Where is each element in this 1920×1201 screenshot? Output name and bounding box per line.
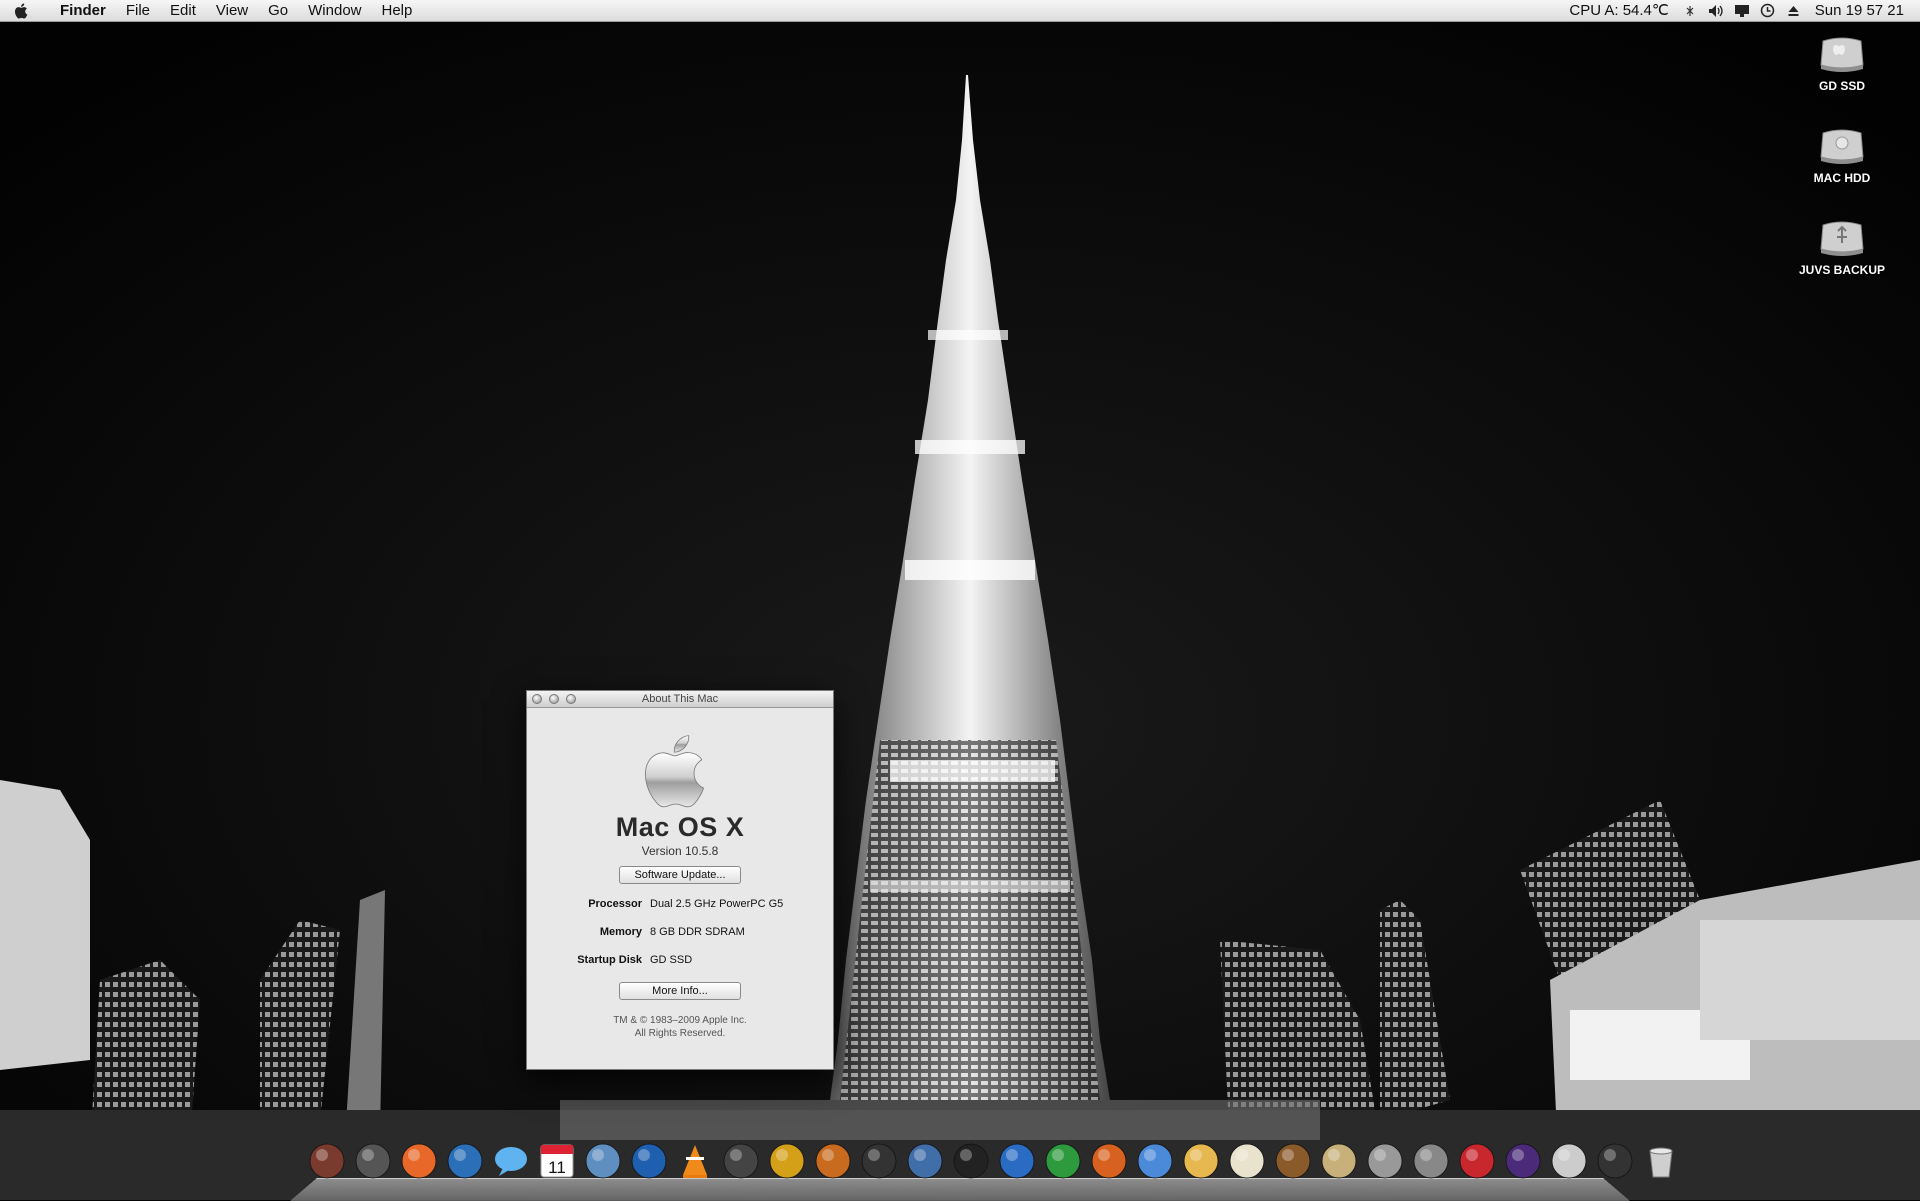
drive-label: MAC HDD (1813, 171, 1871, 185)
menu-file[interactable]: File (116, 0, 160, 21)
menu-bar: Finder File Edit View Go Window Help CPU… (0, 0, 1920, 22)
menu-go[interactable]: Go (258, 0, 298, 21)
drive-label: GD SSD (1818, 79, 1865, 93)
usb-drive-icon (1817, 217, 1867, 259)
memory-value: 8 GB DDR SDRAM (650, 926, 745, 938)
script-editor-icon[interactable] (950, 1140, 992, 1182)
menu-window[interactable]: Window (298, 0, 371, 21)
iphoto-icon[interactable] (582, 1140, 624, 1182)
close-button[interactable] (532, 694, 542, 704)
about-this-mac-window: About This Mac Mac OS X Version 10.5.8 S… (526, 690, 834, 1070)
drive-label: JUVS BACKUP (1798, 263, 1885, 277)
time-machine-icon[interactable] (1755, 0, 1781, 21)
quicktime-icon[interactable] (628, 1140, 670, 1182)
software-update-button[interactable]: Software Update... (619, 866, 741, 884)
desktop-icon-gd-ssd[interactable]: GD SSD (1782, 33, 1902, 93)
system-info: Processor Dual 2.5 GHz PowerPC G5 Memory… (527, 898, 833, 982)
system-preferences-icon[interactable] (1410, 1140, 1452, 1182)
keynote-icon[interactable] (1272, 1140, 1314, 1182)
volume-icon[interactable] (1703, 0, 1729, 21)
powerpoint-icon[interactable] (1088, 1140, 1130, 1182)
ichat-icon[interactable] (490, 1140, 532, 1182)
desktop-icon-mac-hdd[interactable]: MAC HDD (1782, 125, 1902, 185)
zoom-button[interactable] (566, 694, 576, 704)
acrobat-icon[interactable] (1456, 1140, 1498, 1182)
vlc-icon[interactable] (674, 1140, 716, 1182)
menu-view[interactable]: View (206, 0, 258, 21)
pages-icon[interactable] (1318, 1140, 1360, 1182)
more-info-button[interactable]: More Info... (619, 982, 741, 1000)
garageband-icon[interactable] (812, 1140, 854, 1182)
eject-icon[interactable] (1781, 0, 1807, 21)
copyright-notice: TM & © 1983–2009 Apple Inc. All Rights R… (527, 1014, 833, 1040)
excel-icon[interactable] (1042, 1140, 1084, 1182)
processor-label: Processor (588, 898, 642, 910)
bluetooth-icon[interactable] (1677, 0, 1703, 21)
os-name: Mac OS X (615, 812, 745, 842)
iphoto-library-icon[interactable] (1364, 1140, 1406, 1182)
display-mirroring-icon[interactable] (1729, 0, 1755, 21)
os-version: Version 10.5.8 (641, 844, 719, 858)
imovie-icon[interactable] (766, 1140, 808, 1182)
internal-drive-icon (1817, 125, 1867, 167)
calendar-day-label: 11 (548, 1158, 566, 1177)
preview-icon[interactable] (1134, 1140, 1176, 1182)
cpu-temperature-status[interactable]: CPU A: 54.4℃ (1561, 0, 1676, 21)
itunes-icon[interactable] (720, 1140, 762, 1182)
apple-menu-icon[interactable] (14, 2, 40, 20)
activity-monitor-icon[interactable] (352, 1140, 394, 1182)
menu-help[interactable]: Help (372, 0, 423, 21)
apple-logo-icon (644, 728, 716, 808)
wallpaper-image (0, 0, 1920, 1200)
address-book-icon[interactable] (306, 1140, 348, 1182)
desktop-wallpaper (0, 0, 1920, 1200)
startup-disk-label: Startup Disk (577, 954, 642, 966)
trash-icon[interactable] (1640, 1140, 1682, 1182)
dashboard-icon[interactable] (904, 1140, 946, 1182)
menu-edit[interactable]: Edit (160, 0, 206, 21)
startup-disk-value[interactable]: GD SSD (650, 954, 833, 966)
copyright-line-2: All Rights Reserved. (634, 1028, 726, 1039)
memory-row: Memory 8 GB DDR SDRAM (527, 926, 833, 954)
firefox-icon[interactable] (398, 1140, 440, 1182)
ical-icon[interactable]: 11 (536, 1140, 578, 1182)
copyright-line-1: TM & © 1983–2009 Apple Inc. (613, 1015, 747, 1026)
window-title: About This Mac (641, 693, 719, 705)
mac-os-x-icon[interactable] (1502, 1140, 1544, 1182)
textedit-icon[interactable] (1226, 1140, 1268, 1182)
downloads-stack-icon[interactable] (1548, 1140, 1590, 1182)
photo-booth-icon[interactable] (858, 1140, 900, 1182)
menubar-clock[interactable]: Sun 19 57 21 (1807, 0, 1920, 21)
internal-drive-icon (1817, 33, 1867, 75)
ink-icon[interactable] (1594, 1140, 1636, 1182)
thunderbird-icon[interactable] (444, 1140, 486, 1182)
memory-label: Memory (599, 926, 642, 938)
processor-row: Processor Dual 2.5 GHz PowerPC G5 (527, 898, 833, 926)
startup-disk-row: Startup Disk GD SSD (527, 954, 833, 982)
desktop-icon-juvs-backup[interactable]: JUVS BACKUP (1782, 217, 1902, 277)
window-titlebar[interactable]: About This Mac (527, 691, 833, 708)
dock: 11 (306, 1140, 1682, 1186)
minimize-button[interactable] (549, 694, 559, 704)
processor-value: Dual 2.5 GHz PowerPC G5 (650, 898, 784, 910)
menu-finder[interactable]: Finder (50, 0, 116, 21)
entourage-icon[interactable] (1180, 1140, 1222, 1182)
word-icon[interactable] (996, 1140, 1038, 1182)
